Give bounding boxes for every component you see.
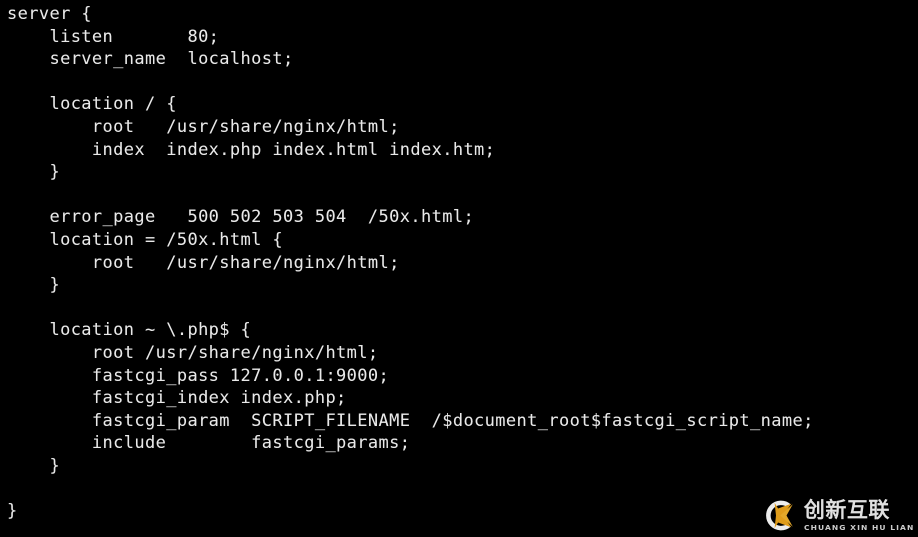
watermark: 创新互联 CHUANG XIN HU LIAN (762, 497, 915, 533)
cx-circle-logo-icon (762, 498, 797, 533)
nginx-config-code: server { listen 80; server_name localhos… (7, 4, 814, 522)
terminal-screen: server { listen 80; server_name localhos… (0, 0, 918, 537)
brand-name-pinyin: CHUANG XIN HU LIAN (803, 522, 915, 532)
watermark-text: 创新互联 CHUANG XIN HU LIAN (803, 497, 915, 532)
brand-name-cn: 创新互联 (803, 497, 890, 522)
